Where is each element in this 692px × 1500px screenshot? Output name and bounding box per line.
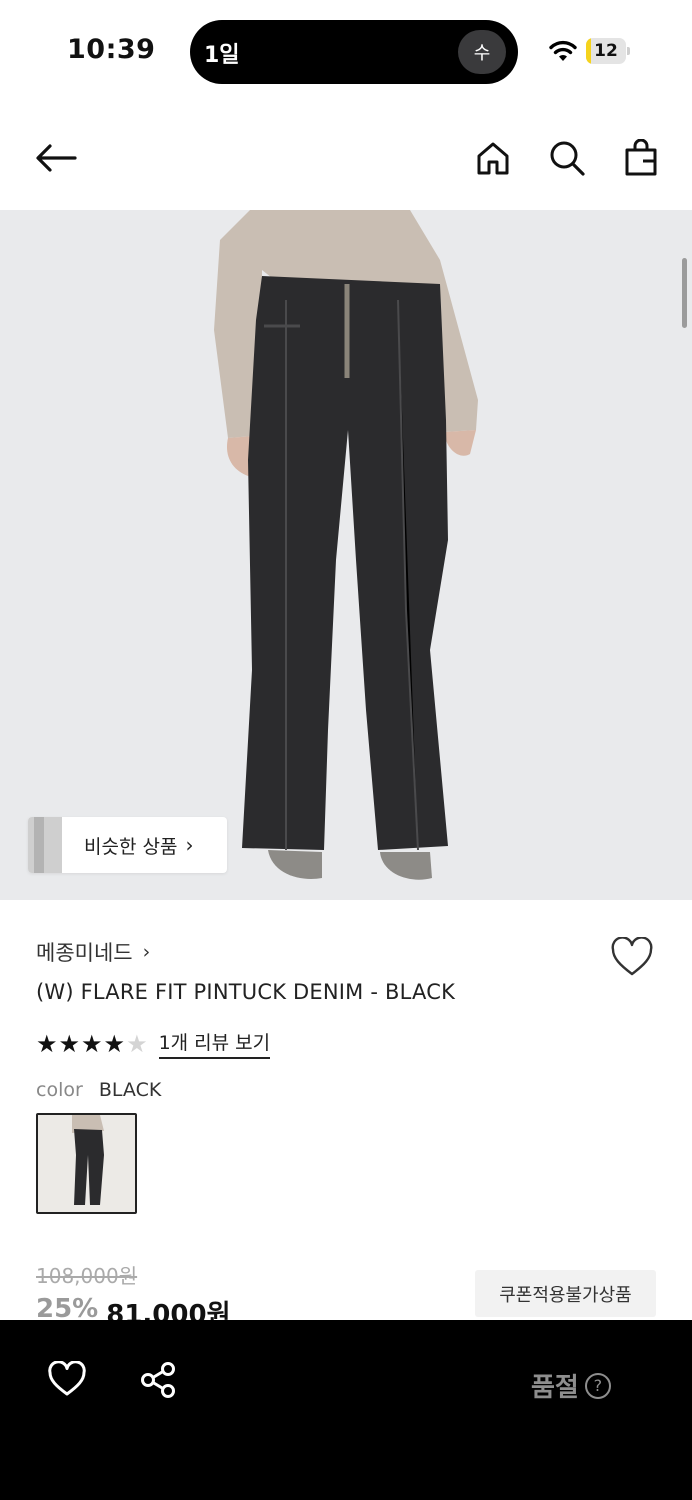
color-value: BLACK bbox=[98, 1079, 162, 1101]
wifi-icon bbox=[549, 40, 577, 61]
chevron-right-icon: › bbox=[185, 833, 194, 857]
island-badge: 수 bbox=[458, 30, 506, 74]
island-text: 1일 bbox=[204, 43, 240, 68]
similar-products-label: 비슷한 상품 bbox=[84, 835, 178, 858]
coupon-badge: 쿠폰적용불가상품 bbox=[475, 1270, 656, 1317]
brand-name: 메종미네드 bbox=[36, 941, 133, 965]
chevron-right-icon: › bbox=[142, 941, 151, 963]
battery-level: 12 bbox=[594, 41, 618, 61]
image-scroll-indicator bbox=[682, 258, 687, 328]
dynamic-island[interactable]: 1일 수 bbox=[190, 20, 518, 84]
color-swatch-black[interactable] bbox=[36, 1113, 137, 1214]
star-empty-icon: ★ bbox=[126, 1029, 148, 1058]
product-photo-jeans bbox=[214, 210, 478, 880]
product-title: (W) FLARE FIT PINTUCK DENIM - BLACK bbox=[36, 980, 456, 1004]
status-bar: 10:39 1일 수 12 bbox=[0, 0, 692, 100]
star-filled-icon: ★ bbox=[103, 1029, 126, 1058]
star-filled-icon: ★ bbox=[36, 1029, 58, 1058]
soldout-status: 품절 ? bbox=[531, 1367, 611, 1404]
reviews-link[interactable]: 1개 리뷰 보기 bbox=[158, 1028, 271, 1059]
top-nav bbox=[0, 120, 692, 196]
star-filled-icon: ★ bbox=[58, 1029, 81, 1058]
color-label: color bbox=[36, 1079, 83, 1101]
rating-row: ★ ★ ★ ★ ★ 1개 리뷰 보기 bbox=[36, 1028, 271, 1059]
heart-icon[interactable] bbox=[47, 1360, 87, 1401]
wishlist-heart-icon[interactable] bbox=[610, 936, 654, 981]
color-row: color BLACK bbox=[36, 1079, 161, 1101]
share-icon[interactable] bbox=[139, 1361, 177, 1403]
help-icon[interactable]: ? bbox=[584, 1372, 611, 1399]
battery-icon: 12 bbox=[586, 38, 630, 64]
rating-stars: ★ ★ ★ ★ ★ bbox=[36, 1031, 149, 1057]
home-icon[interactable] bbox=[471, 136, 515, 180]
original-price: 108,000원 bbox=[36, 1264, 138, 1288]
star-filled-icon: ★ bbox=[81, 1029, 103, 1058]
status-time: 10:39 bbox=[67, 34, 156, 65]
search-icon[interactable] bbox=[545, 136, 589, 180]
shopping-bag-icon[interactable] bbox=[619, 136, 663, 180]
bottom-action-bar: 품절 ? bbox=[0, 1320, 692, 1500]
similar-products-thumbnail bbox=[28, 817, 62, 873]
back-arrow-icon[interactable] bbox=[34, 136, 78, 180]
soldout-label: 품절 bbox=[531, 1373, 579, 1403]
product-image[interactable]: 비슷한 상품 › bbox=[0, 210, 692, 900]
brand-link[interactable]: 메종미네드 › bbox=[36, 937, 150, 967]
similar-products-button[interactable]: 비슷한 상품 › bbox=[28, 817, 227, 873]
